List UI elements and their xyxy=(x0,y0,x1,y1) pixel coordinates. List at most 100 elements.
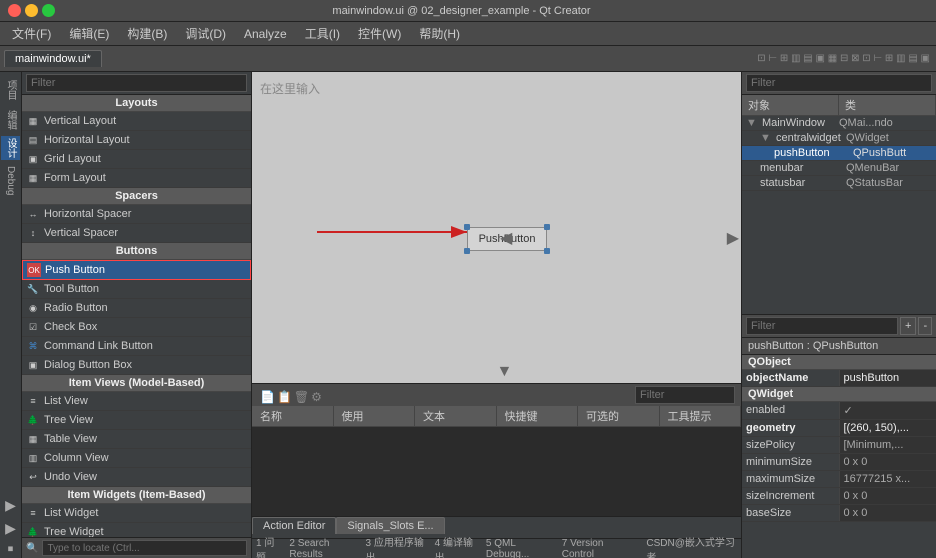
menu-debug[interactable]: 调试(D) xyxy=(177,23,234,44)
widget-table-view[interactable]: ▦ Table View xyxy=(22,430,251,449)
bottom-area: 📄 📋 🗑 ⚙ 名称 使用 文本 快捷键 可选的 工具提示 Acti xyxy=(252,383,741,538)
menu-edit[interactable]: 编辑(E) xyxy=(61,23,117,44)
col-checkable: 可选的 xyxy=(578,406,660,426)
widget-horizontal-layout[interactable]: ▤ Horizontal Layout xyxy=(22,131,251,150)
widget-radio-button[interactable]: ◉ Radio Button xyxy=(22,299,251,318)
property-editor-panel: + - pushButton : QPushButton QObject obj… xyxy=(742,315,936,558)
vertical-spacer-icon: ↕ xyxy=(26,226,40,240)
action-copy-icon[interactable]: 📋 xyxy=(277,390,292,404)
obj-row-statusbar[interactable]: statusbar QStatusBar xyxy=(742,176,936,191)
action-settings-icon[interactable]: ⚙ xyxy=(311,390,322,404)
annotation-arrow xyxy=(312,212,477,252)
obj-row-menubar[interactable]: menubar QMenuBar xyxy=(742,161,936,176)
status-app-output[interactable]: 3 应用程序输出 xyxy=(366,534,427,558)
menu-help[interactable]: 帮助(H) xyxy=(411,23,468,44)
status-version[interactable]: 7 Version Control xyxy=(562,538,631,558)
prop-row-basesize: baseSize 0 x 0 xyxy=(742,505,936,522)
obj-row-pushbutton[interactable]: pushButton QPushButt xyxy=(742,146,936,161)
sidebar-edit[interactable]: 编辑 xyxy=(1,106,20,134)
minimize-button[interactable] xyxy=(25,4,38,17)
prop-filter-input[interactable] xyxy=(746,317,898,335)
expand-icon2: ▼ xyxy=(760,132,771,144)
handle-tl xyxy=(464,224,470,230)
handle-br xyxy=(544,248,550,254)
debug-run-icon[interactable]: ▶ xyxy=(3,518,18,539)
widget-grid-layout[interactable]: ▣ Grid Layout xyxy=(22,150,251,169)
title-bar: mainwindow.ui @ 02_designer_example - Qt… xyxy=(0,0,936,22)
radio-button-icon: ◉ xyxy=(26,301,40,315)
category-item-views: Item Views (Model-Based) xyxy=(22,375,251,392)
sidebar-projects[interactable]: 项目 xyxy=(1,76,20,104)
close-button[interactable] xyxy=(8,4,21,17)
check-box-icon: ☑ xyxy=(26,320,40,334)
action-new-icon[interactable]: 📄 xyxy=(260,390,275,404)
dialog-button-icon: ▣ xyxy=(26,358,40,372)
widget-list-widget[interactable]: ≡ List Widget xyxy=(22,504,251,523)
maximize-button[interactable] xyxy=(42,4,55,17)
widget-form-layout[interactable]: ▦ Form Layout xyxy=(22,169,251,188)
prop-title: pushButton : QPushButton xyxy=(742,338,936,355)
window-title: mainwindow.ui @ 02_designer_example - Qt… xyxy=(55,5,868,17)
widget-vertical-spacer[interactable]: ↕ Vertical Spacer xyxy=(22,224,251,243)
object-filter-input[interactable] xyxy=(746,74,932,92)
action-delete-icon[interactable]: 🗑 xyxy=(294,390,309,404)
status-problems[interactable]: 1 问题 xyxy=(256,534,281,558)
nav-left[interactable]: ◀ xyxy=(500,228,512,248)
widget-vertical-layout[interactable]: ▦ Vertical Layout xyxy=(22,112,251,131)
designer-area[interactable]: 在这里输入 PushButton xyxy=(252,72,741,383)
object-tree: 对象 类 ▼ MainWindow QMai...ndo ▼ centralwi… xyxy=(742,95,936,314)
locate-input[interactable] xyxy=(42,540,247,556)
nav-right[interactable]: ▶ xyxy=(727,228,739,248)
stop-icon[interactable]: ⏹ xyxy=(6,541,16,558)
sidebar-debug[interactable]: Debug xyxy=(3,162,18,199)
table-view-icon: ▦ xyxy=(26,432,40,446)
obj-row-mainwindow[interactable]: ▼ MainWindow QMai...ndo xyxy=(742,116,936,131)
widget-horizontal-spacer[interactable]: ↔ Horizontal Spacer xyxy=(22,205,251,224)
status-csdn: CSDN@嵌入式学习者. xyxy=(646,534,737,558)
prop-remove-button[interactable]: - xyxy=(918,317,932,335)
push-button-icon: OK xyxy=(27,263,41,277)
status-qml-debug[interactable]: 5 QML Debugg... xyxy=(486,538,554,558)
tab-action-editor[interactable]: Action Editor xyxy=(252,517,336,534)
status-compile[interactable]: 4 编译输出 xyxy=(435,534,478,558)
nav-down[interactable]: ▼ xyxy=(497,363,513,381)
horizontal-layout-icon: ▤ xyxy=(26,133,40,147)
widget-dialog-button-box[interactable]: ▣ Dialog Button Box xyxy=(22,356,251,375)
object-filter-bar xyxy=(742,72,936,95)
action-filter-input[interactable] xyxy=(635,386,735,404)
tab-mainwindow[interactable]: mainwindow.ui* xyxy=(4,50,102,67)
obj-row-centralwidget[interactable]: ▼ centralwidget QWidget xyxy=(742,131,936,146)
run-icon[interactable]: ▶ xyxy=(3,495,18,516)
category-layouts: Layouts xyxy=(22,95,251,112)
widget-command-link-button[interactable]: ⌘ Command Link Button xyxy=(22,337,251,356)
widget-column-view[interactable]: ▥ Column View xyxy=(22,449,251,468)
widget-tool-button[interactable]: 🔧 Tool Button xyxy=(22,280,251,299)
category-item-widgets: Item Widgets (Item-Based) xyxy=(22,487,251,504)
tab-signals-slots[interactable]: Signals_Slots E... xyxy=(336,517,444,534)
widget-check-box[interactable]: ☑ Check Box xyxy=(22,318,251,337)
menu-widgets[interactable]: 控件(W) xyxy=(350,23,409,44)
menu-file[interactable]: 文件(F) xyxy=(4,23,59,44)
widget-list-view[interactable]: ≡ List View xyxy=(22,392,251,411)
menu-tools[interactable]: 工具(I) xyxy=(297,23,348,44)
command-link-icon: ⌘ xyxy=(26,339,40,353)
widget-tree-widget[interactable]: 🌲 Tree Widget xyxy=(22,523,251,537)
action-table-header: 名称 使用 文本 快捷键 可选的 工具提示 xyxy=(252,406,741,427)
category-buttons: Buttons xyxy=(22,243,251,260)
sidebar-design[interactable]: 设计 xyxy=(1,136,20,160)
prop-row-maximumsize: maximumSize 16777215 x... xyxy=(742,471,936,488)
col-tooltip: 工具提示 xyxy=(660,406,742,426)
widget-undo-view[interactable]: ↩ Undo View xyxy=(22,468,251,487)
widget-filter-input[interactable] xyxy=(26,74,247,92)
tool-button-icon: 🔧 xyxy=(26,282,40,296)
menu-analyze[interactable]: Analyze xyxy=(236,25,295,43)
widget-tree-view[interactable]: 🌲 Tree View xyxy=(22,411,251,430)
status-search[interactable]: 2 Search Results xyxy=(289,538,357,558)
prop-add-button[interactable]: + xyxy=(900,317,916,335)
menu-build[interactable]: 构建(B) xyxy=(119,23,175,44)
widget-push-button[interactable]: OK Push Button xyxy=(22,260,251,280)
window-controls[interactable] xyxy=(8,4,55,17)
handle-tr xyxy=(544,224,550,230)
expand-icon: ▼ xyxy=(746,117,757,129)
prop-row-geometry: geometry [(260, 150),... xyxy=(742,420,936,437)
